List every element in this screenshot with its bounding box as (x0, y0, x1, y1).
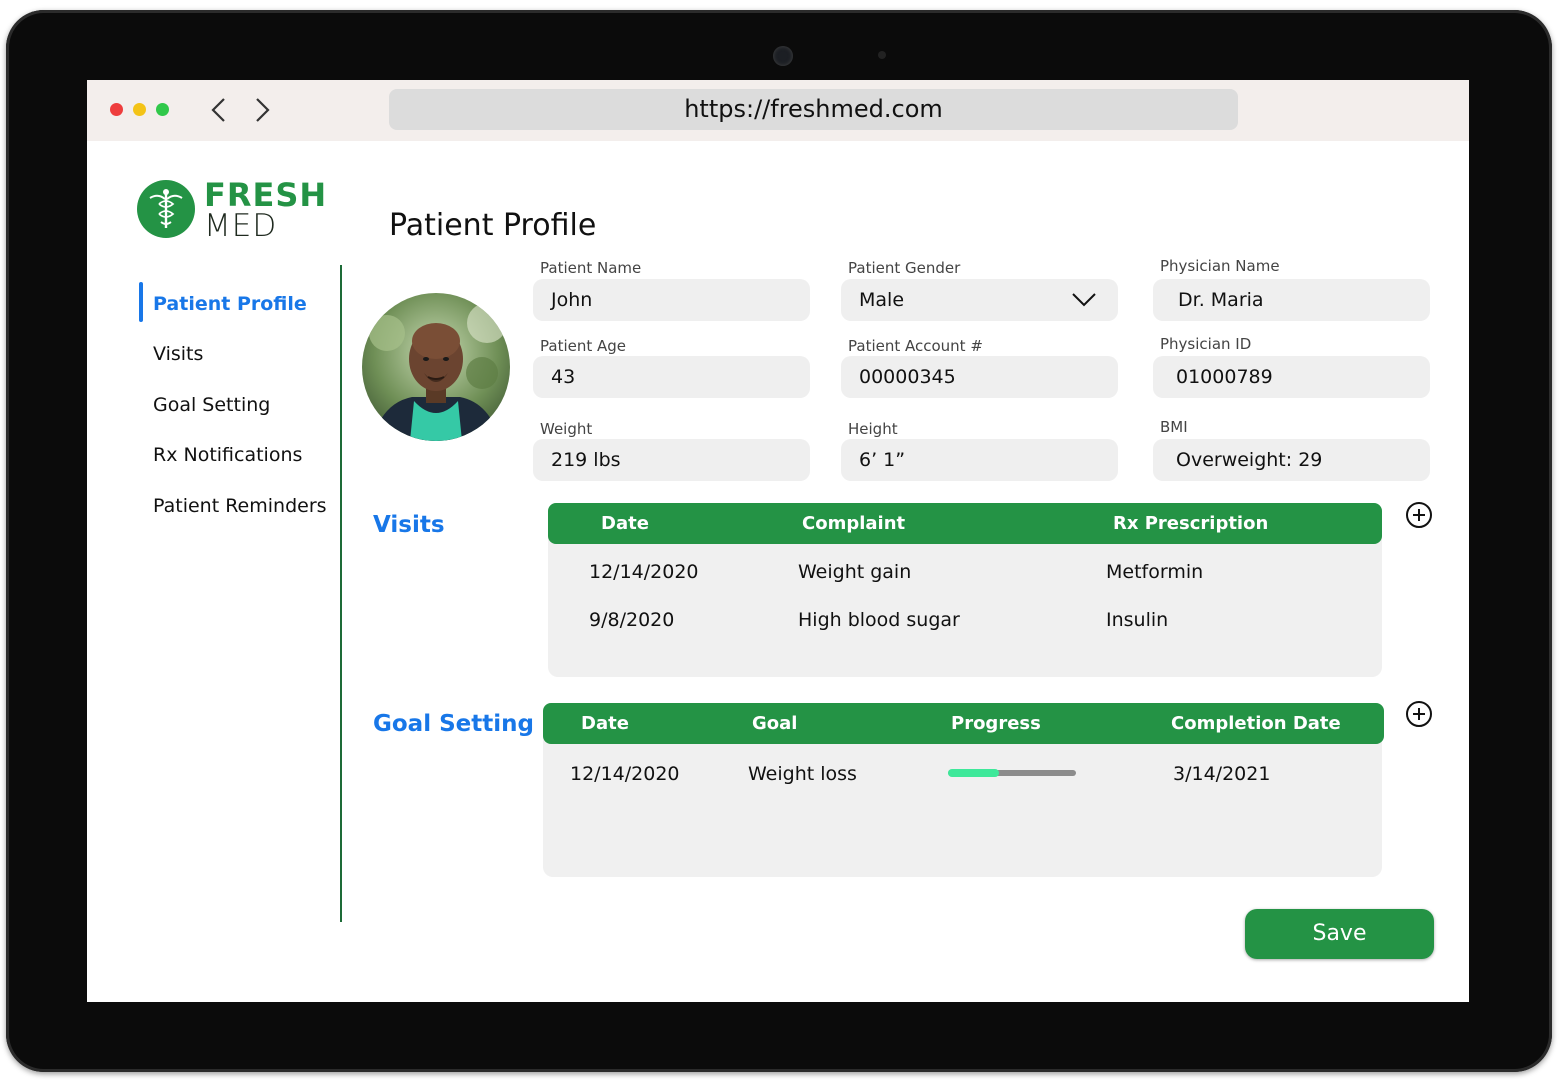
goal-setting-section-title: Goal Setting (373, 711, 534, 737)
patient-name-field[interactable]: John (533, 279, 810, 321)
bmi-label: BMI (1160, 418, 1188, 436)
physician-name-label: Physician Name (1160, 257, 1280, 275)
visits-col-complaint: Complaint (802, 513, 906, 534)
physician-name-field[interactable]: Dr. Maria (1153, 279, 1430, 321)
chevron-down-icon[interactable] (1071, 292, 1097, 308)
goals-table-header: Date Goal Progress Completion Date (543, 703, 1384, 744)
patient-name-label: Patient Name (540, 259, 642, 277)
url-bar[interactable]: https://freshmed.com (389, 89, 1238, 130)
patient-account-label: Patient Account # (848, 337, 983, 355)
sidebar-item-goal-setting[interactable]: Goal Setting (153, 394, 270, 416)
goals-row-1-date: 12/14/2020 (570, 763, 680, 785)
goals-row-1-completion: 3/14/2021 (1173, 763, 1271, 785)
goal-progress-bar (948, 769, 1076, 777)
maximize-window-dot[interactable] (156, 103, 169, 116)
visits-row-2-rx: Insulin (1106, 609, 1169, 631)
patient-age-label: Patient Age (540, 337, 627, 355)
screen: https://freshmed.com FRESH MED Patient P… (87, 80, 1469, 1002)
visits-section-title: Visits (373, 512, 445, 538)
patient-gender-label: Patient Gender (848, 259, 961, 277)
patient-account-field[interactable]: 00000345 (841, 356, 1118, 398)
height-label: Height (848, 420, 898, 438)
sidebar-item-rx-notifications[interactable]: Rx Notifications (153, 444, 302, 466)
page-title: Patient Profile (389, 208, 597, 243)
weight-field[interactable]: 219 lbs (533, 439, 810, 481)
sensor-dot (878, 51, 886, 59)
caduceus-logo-icon (137, 180, 195, 238)
patient-age-field[interactable]: 43 (533, 356, 810, 398)
add-goal-plus-icon[interactable] (1406, 701, 1432, 727)
visits-row-1-date: 12/14/2020 (589, 561, 699, 583)
goals-col-goal: Goal (752, 713, 798, 734)
sidebar-item-patient-profile[interactable]: Patient Profile (153, 293, 307, 315)
goal-progress-fill (948, 769, 1000, 777)
camera-icon (773, 46, 793, 66)
goals-row-1-goal: Weight loss (748, 763, 857, 785)
visits-row-2-complaint: High blood sugar (798, 609, 960, 631)
goals-col-date: Date (581, 713, 629, 734)
height-field[interactable]: 6’ 1” (841, 439, 1118, 481)
visits-col-rx: Rx Prescription (1113, 513, 1269, 534)
patient-gender-value: Male (859, 289, 905, 311)
forward-arrow-icon[interactable] (247, 94, 277, 126)
goals-col-completion-date: Completion Date (1171, 713, 1341, 734)
patient-avatar (362, 293, 510, 441)
minimize-window-dot[interactable] (133, 103, 146, 116)
visits-col-date: Date (601, 513, 649, 534)
goals-col-progress: Progress (951, 713, 1041, 734)
physician-id-field[interactable]: 01000789 (1153, 356, 1430, 398)
save-button[interactable]: Save (1245, 909, 1434, 959)
visits-table: Date Complaint Rx Prescription 12/14/202… (548, 503, 1382, 677)
visits-row-1-complaint: Weight gain (798, 561, 912, 583)
logo-text-med: MED (204, 208, 278, 244)
visits-row-1-rx: Metformin (1106, 561, 1204, 583)
patient-gender-select[interactable]: Male (841, 279, 1118, 321)
sidebar-item-patient-reminders[interactable]: Patient Reminders (153, 495, 327, 517)
back-arrow-icon[interactable] (204, 94, 234, 126)
active-indicator (139, 282, 143, 322)
goals-table: Date Goal Progress Completion Date 12/14… (543, 703, 1384, 877)
close-window-dot[interactable] (110, 103, 123, 116)
physician-id-label: Physician ID (1160, 335, 1252, 353)
add-visit-plus-icon[interactable] (1406, 502, 1432, 528)
sidebar-item-visits[interactable]: Visits (153, 343, 203, 365)
visits-row-2-date: 9/8/2020 (589, 609, 675, 631)
bmi-field[interactable]: Overweight: 29 (1153, 439, 1430, 481)
weight-label: Weight (540, 420, 593, 438)
visits-table-header: Date Complaint Rx Prescription (548, 503, 1382, 544)
browser-toolbar: https://freshmed.com (87, 80, 1469, 141)
sidebar-divider (340, 265, 342, 922)
